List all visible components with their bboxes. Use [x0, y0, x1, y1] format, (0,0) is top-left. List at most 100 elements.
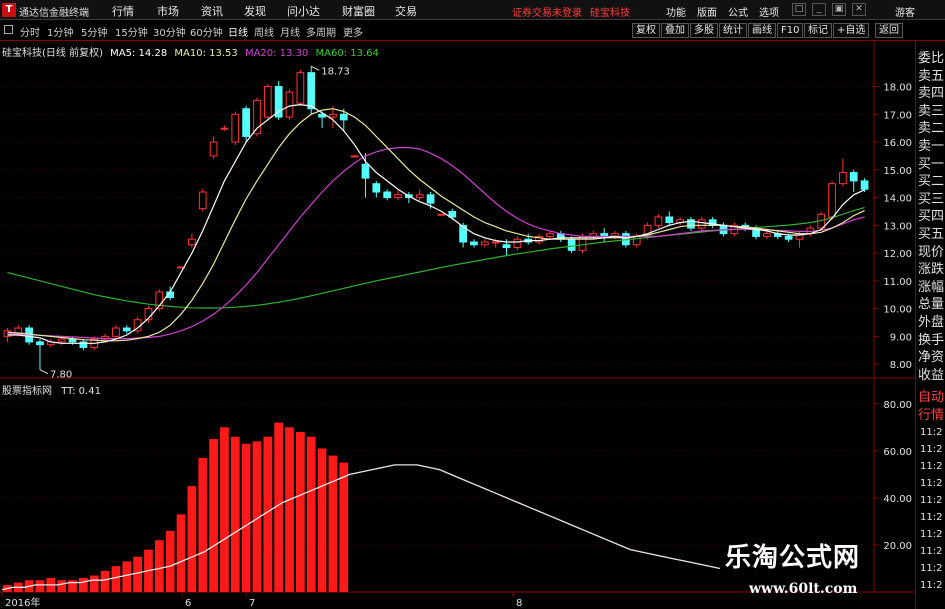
side-tab-label[interactable]: 自动 — [918, 386, 944, 405]
candle-body — [285, 91, 294, 118]
candle-body — [231, 113, 240, 143]
candle-body — [361, 163, 370, 179]
candle-body — [470, 241, 478, 246]
side-label: 卖四 — [918, 86, 945, 102]
y-axis-label: 15.00 — [883, 166, 912, 177]
indicator-bar — [209, 439, 218, 592]
candle-body — [57, 338, 66, 343]
candle-body — [697, 219, 706, 229]
candle-body — [437, 213, 446, 216]
candle-body — [307, 72, 316, 110]
sub-y-axis-label: 40.00 — [883, 494, 912, 505]
indicator-bar — [306, 436, 316, 592]
side-label: 卖三 — [918, 103, 945, 119]
ma20-line — [7, 147, 865, 340]
indicator-bar — [285, 427, 294, 592]
candle-body — [122, 327, 131, 332]
tick-time: 11:2 — [920, 478, 943, 489]
candle-body — [394, 194, 402, 199]
candle-body — [296, 72, 305, 104]
y-axis-label: 9.00 — [890, 332, 912, 343]
y-axis-label: 14.00 — [883, 194, 912, 205]
ma60-label: MA60: 13.64 — [315, 48, 379, 59]
indicator-bar — [35, 580, 45, 592]
watermark-url: www.60lt.com — [749, 581, 858, 597]
sub-y-axis-label: 80.00 — [883, 400, 912, 411]
kline-chart[interactable]: 18.00 17.00 16.00 15.00 14.00 13.00 12.00 11.00… — [0, 0, 945, 609]
candle-body — [480, 241, 489, 246]
indicator-bar — [79, 577, 88, 592]
ma5-line — [7, 103, 865, 344]
y-axis-label: 17.00 — [883, 110, 912, 121]
candle-body — [491, 241, 500, 244]
side-label: 涨跌 — [918, 262, 945, 278]
indicator-name: 股票指标网 — [2, 386, 52, 397]
quote-side-panel: 委比 卖五 卖四 卖三 卖二 卖一 买一 买二 买三 买四 买五 现价 涨跌 涨幅 总量 外盘 换手 净资 收益 自动… — [916, 41, 945, 609]
side-label: 委比 — [918, 51, 945, 66]
watermark-title: 乐淘公式网 — [725, 543, 861, 573]
ma10-label: MA10: 13.53 — [174, 48, 238, 59]
high-price-label: 18.73 — [321, 66, 350, 77]
side-label: 买二 — [918, 174, 945, 190]
ma5-label: MA5: 14.28 — [110, 48, 168, 59]
y-axis-label: 13.00 — [883, 221, 912, 232]
candle-body — [372, 183, 381, 193]
watermark: 乐淘公式网 www.60lt.com — [719, 537, 919, 607]
candle-body — [632, 235, 641, 246]
x-axis-label: 2016年 — [5, 596, 40, 609]
x-axis-label: 7 — [249, 598, 255, 609]
tick-time: 11:2 — [920, 444, 943, 455]
indicator-bar — [220, 427, 229, 592]
candle-body — [242, 108, 250, 137]
tick-time: 11:2 — [920, 529, 943, 540]
side-label: 外盘 — [918, 315, 945, 330]
candle-body — [263, 86, 272, 118]
side-label: 卖一 — [918, 139, 945, 154]
candle-body — [198, 191, 207, 210]
tick-time: 11:2 — [920, 563, 943, 574]
y-axis-label: 11.00 — [883, 277, 912, 288]
indicator-bar — [57, 580, 67, 592]
tt-line — [1, 464, 721, 591]
indicator-bar — [328, 455, 338, 592]
side-label: 现价 — [918, 244, 945, 260]
indicator-bar — [154, 540, 164, 592]
candle-body — [36, 341, 44, 346]
x-axis-label: 8 — [516, 598, 522, 609]
candle-body — [665, 216, 674, 224]
indicator-bar — [198, 457, 208, 592]
candle-body — [274, 86, 283, 118]
indicator-bar — [122, 561, 132, 592]
side-label: 换手 — [918, 332, 945, 348]
candle-body — [839, 172, 847, 185]
candle-body — [220, 127, 229, 130]
indicator-bar — [100, 570, 110, 592]
candle-body — [426, 194, 435, 204]
indicator-bar — [89, 575, 99, 592]
indicator-bar — [241, 443, 251, 592]
indicator-bar — [165, 530, 175, 592]
candle-body — [763, 233, 771, 237]
candle-body — [784, 235, 793, 240]
indicator-bar — [317, 448, 327, 592]
sub-y-axis-label: 60.00 — [883, 447, 912, 458]
candle-body — [188, 238, 196, 246]
side-label: 买一 — [918, 156, 945, 172]
low-price-label: 7.80 — [50, 370, 72, 381]
indicator-bar — [111, 566, 121, 592]
y-axis-label: 10.00 — [883, 305, 912, 316]
candle-body — [849, 172, 858, 182]
side-tab-label[interactable]: 行情 — [918, 404, 944, 423]
y-axis-label: 18.00 — [883, 83, 912, 94]
tick-time: 11:2 — [920, 580, 943, 591]
candle-body — [578, 235, 587, 251]
side-label: 收益 — [918, 367, 945, 383]
stock-title: 硅宝科技(日线 前复权) — [2, 48, 103, 59]
x-axis-label: 6 — [185, 598, 191, 609]
candle-body — [546, 233, 554, 237]
candle-body — [383, 191, 392, 199]
high-arrow — [311, 65, 320, 71]
side-label: 涨幅 — [918, 279, 945, 295]
candle-body — [329, 113, 337, 118]
tick-time: 11:2 — [920, 546, 943, 557]
